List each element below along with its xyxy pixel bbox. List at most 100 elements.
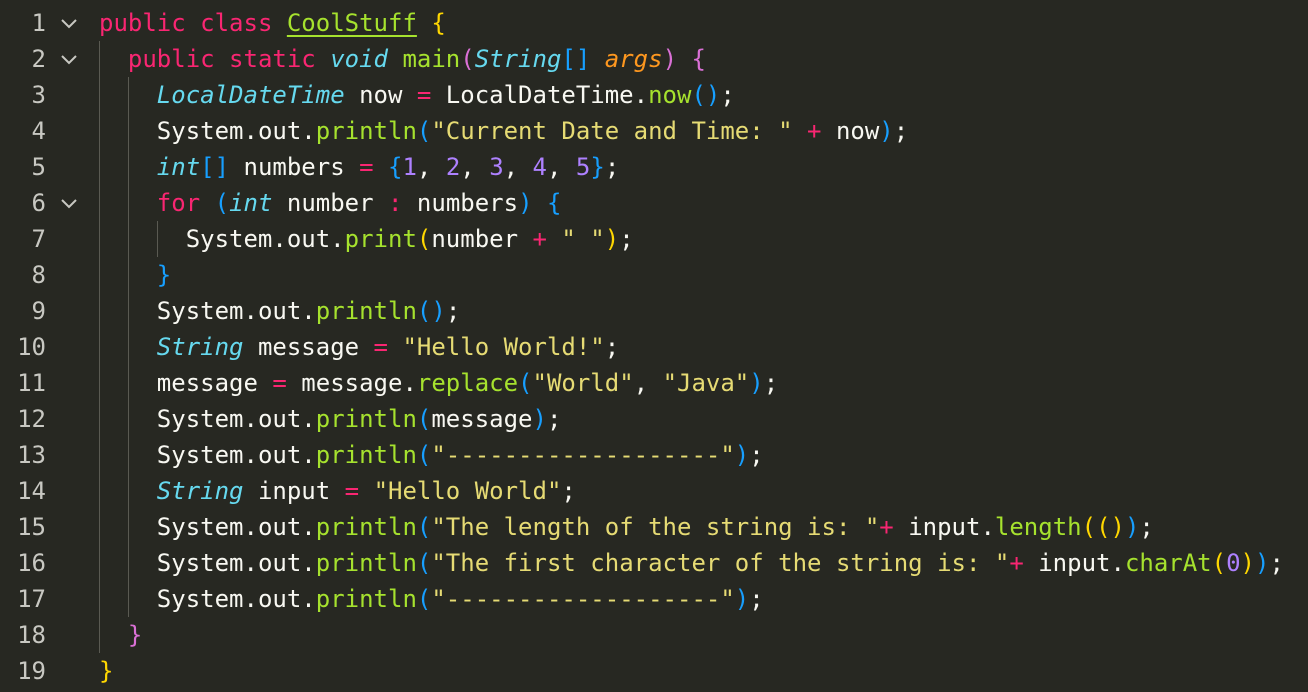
indent-guide (127, 401, 129, 437)
code-token: , (503, 153, 533, 181)
code-token: 3 (489, 153, 504, 181)
code-token: number (431, 225, 533, 253)
code-token: "Hello World" (373, 477, 562, 505)
indent-guide (99, 401, 100, 437)
code-text: } (99, 653, 113, 689)
code-line[interactable]: 5 int[] numbers = {1, 2, 3, 4, 5}; (0, 149, 1308, 185)
code-text: System.out.println(message); (157, 401, 562, 437)
code-token: ( (416, 585, 432, 613)
code-token: 0 (1226, 549, 1241, 577)
chevron-down-icon[interactable] (58, 48, 80, 70)
code-token: () (416, 297, 446, 325)
code-token: { (431, 9, 446, 37)
code-token: ; (1269, 549, 1284, 577)
indent-guide (127, 509, 129, 545)
indent-guide (99, 437, 100, 473)
code-token: ) (734, 585, 750, 613)
indent-guide (99, 581, 100, 617)
code-token: , (633, 369, 663, 397)
code-line[interactable]: 9 System.out.println(); (0, 293, 1308, 329)
code-token: , (460, 153, 490, 181)
code-token: = (272, 369, 287, 397)
code-token: System.out. (156, 585, 316, 613)
code-token: ( (416, 405, 432, 433)
code-token: } (99, 657, 114, 685)
line-number: 5 (31, 153, 46, 181)
code-token: ; (893, 117, 909, 145)
code-token: ) (518, 189, 533, 217)
code-token: ; (604, 333, 620, 361)
code-line[interactable]: 10 String message = "Hello World!"; (0, 329, 1308, 365)
chevron-down-icon[interactable] (58, 12, 80, 34)
code-text: System.out.println("Current Date and Tim… (157, 113, 908, 149)
code-line[interactable]: 1 public class CoolStuff { (0, 5, 1308, 41)
code-line[interactable]: 4 System.out.println("Current Date and Ti… (0, 113, 1308, 149)
indent-guide (99, 149, 100, 185)
code-text: System.out.println("-------------------"… (157, 581, 764, 617)
code-token: public (127, 45, 215, 73)
code-line[interactable]: 14 String input = "Hello World"; (0, 473, 1308, 509)
code-token: main (402, 45, 461, 73)
line-number: 7 (31, 225, 46, 253)
code-line[interactable]: 3 LocalDateTime now = LocalDateTime.now()… (0, 77, 1308, 113)
code-token: = (359, 153, 374, 181)
code-token: ; (561, 477, 576, 505)
code-token: replace (416, 369, 519, 397)
line-number: 8 (31, 261, 46, 289)
code-line[interactable]: 15 System.out.println("The length of the … (0, 509, 1308, 545)
code-text: int[] numbers = {1, 2, 3, 4, 5}; (157, 149, 619, 185)
code-text: public class CoolStuff { (99, 5, 446, 41)
indent-guide (99, 329, 100, 365)
indent-guide (127, 257, 129, 293)
code-token: ) (662, 45, 678, 73)
indent-guide (99, 113, 100, 149)
code-line[interactable]: 12 System.out.println(message); (0, 401, 1308, 437)
code-line[interactable]: 16 System.out.println("The first characte… (0, 545, 1308, 581)
code-token: println (315, 513, 417, 541)
code-token: "The length of the string is: " (431, 513, 880, 541)
code-token: ; (619, 225, 634, 253)
code-token: String (474, 45, 562, 73)
code-token: [] (561, 45, 591, 73)
code-token: ) (1240, 549, 1255, 577)
code-token: System.out. (156, 441, 316, 469)
code-line[interactable]: 2 public static void main(String[] args) … (0, 41, 1308, 77)
code-line[interactable]: 19} (0, 653, 1308, 689)
chevron-down-icon[interactable] (58, 192, 80, 214)
code-token: args (604, 45, 663, 73)
code-token: number (272, 189, 389, 217)
line-number: 11 (17, 369, 46, 397)
code-text: String input = "Hello World"; (157, 473, 576, 509)
code-token: ; (445, 297, 461, 325)
indent-guide (127, 113, 129, 149)
code-text: message = message.replace("World", "Java… (157, 365, 778, 401)
code-token: + (532, 225, 547, 253)
code-token: "-------------------" (431, 585, 735, 613)
line-number: 16 (17, 549, 46, 577)
line-number: 9 (31, 297, 46, 325)
code-token: ; (720, 81, 735, 109)
code-line[interactable]: 18} (0, 617, 1308, 653)
code-line[interactable]: 7 System.out.print(number + " "); (0, 221, 1308, 257)
code-line[interactable]: 13 System.out.println("------------------… (0, 437, 1308, 473)
code-line[interactable]: 17 System.out.println("------------------… (0, 581, 1308, 617)
code-token: ) (604, 225, 620, 253)
code-token: () (1096, 513, 1125, 541)
code-token: } (127, 621, 143, 649)
code-token: ) (749, 369, 764, 397)
code-token: input. (893, 513, 995, 541)
code-editor[interactable]: 1 public class CoolStuff {2 public static … (0, 0, 1308, 692)
line-number: 12 (17, 405, 46, 433)
code-token: message. (286, 369, 417, 397)
code-token: ( (416, 225, 432, 253)
code-token: "World" (532, 369, 634, 397)
code-line[interactable]: 11 message = message.replace("World", "Ja… (0, 365, 1308, 401)
line-number: 4 (31, 117, 46, 145)
code-line[interactable]: 8} (0, 257, 1308, 293)
code-line[interactable]: 6 for (int number : numbers) { (0, 185, 1308, 221)
